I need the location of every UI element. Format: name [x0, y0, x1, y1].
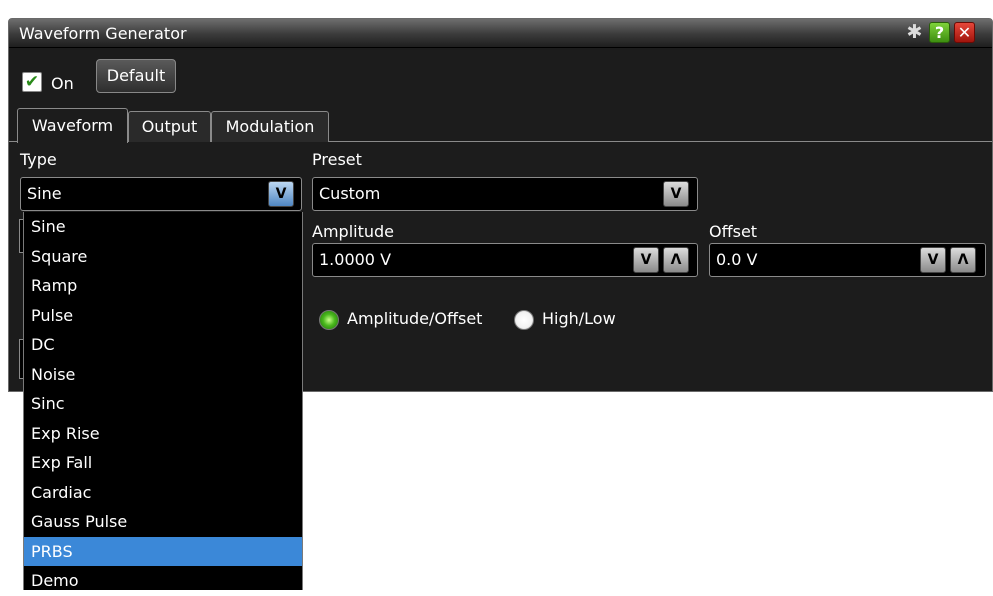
list-item[interactable]: Cardiac [24, 478, 302, 508]
offset-value: 0.0 V [716, 250, 758, 269]
on-label: On [51, 74, 74, 93]
chevron-down-icon[interactable]: V [663, 181, 689, 207]
amplitude-field[interactable]: 1.0000 V V Λ [312, 243, 698, 277]
list-item[interactable]: Sine [24, 212, 302, 242]
default-button[interactable]: Default [96, 59, 176, 93]
high-low-label: High/Low [542, 309, 616, 328]
preset-label: Preset [312, 150, 362, 169]
list-item[interactable]: Noise [24, 360, 302, 390]
offset-decrement-icon[interactable]: V [920, 247, 946, 273]
type-value: Sine [27, 184, 62, 203]
amplitude-offset-radio[interactable] [319, 310, 339, 330]
list-item[interactable]: Ramp [24, 271, 302, 301]
amplitude-value: 1.0000 V [319, 250, 392, 269]
list-item[interactable]: Gauss Pulse [24, 507, 302, 537]
tab-waveform[interactable]: Waveform [17, 108, 128, 143]
list-item[interactable]: Sinc [24, 389, 302, 419]
type-dropdown-list: Sine Square Ramp Pulse DC Noise Sinc Exp… [23, 212, 303, 590]
chevron-down-icon[interactable]: V [268, 181, 294, 207]
amplitude-label: Amplitude [312, 222, 394, 241]
title-bar[interactable]: Waveform Generator ✱ ? ✕ [9, 19, 992, 48]
preset-value: Custom [319, 184, 381, 203]
gear-icon[interactable]: ✱ [904, 22, 925, 43]
type-label: Type [20, 150, 57, 169]
on-checkbox[interactable]: ✔ [22, 72, 42, 92]
help-icon[interactable]: ? [929, 22, 950, 43]
amplitude-offset-label: Amplitude/Offset [347, 309, 483, 328]
preset-select[interactable]: Custom V [312, 177, 698, 211]
type-select[interactable]: Sine V [20, 177, 302, 211]
list-item-selected[interactable]: PRBS [24, 536, 302, 566]
list-item[interactable]: Square [24, 242, 302, 272]
window-title: Waveform Generator [19, 24, 187, 43]
list-item[interactable]: Pulse [24, 301, 302, 331]
tab-modulation[interactable]: Modulation [211, 111, 329, 142]
amplitude-increment-icon[interactable]: Λ [663, 247, 689, 273]
tab-output[interactable]: Output [128, 111, 211, 142]
offset-field[interactable]: 0.0 V V Λ [709, 243, 986, 277]
offset-increment-icon[interactable]: Λ [950, 247, 976, 273]
list-item[interactable]: DC [24, 330, 302, 360]
close-icon[interactable]: ✕ [954, 22, 975, 43]
list-item[interactable]: Exp Fall [24, 448, 302, 478]
high-low-radio[interactable] [514, 310, 534, 330]
list-item[interactable]: Demo [24, 566, 302, 596]
offset-label: Offset [709, 222, 758, 241]
amplitude-decrement-icon[interactable]: V [633, 247, 659, 273]
list-item[interactable]: Exp Rise [24, 419, 302, 449]
